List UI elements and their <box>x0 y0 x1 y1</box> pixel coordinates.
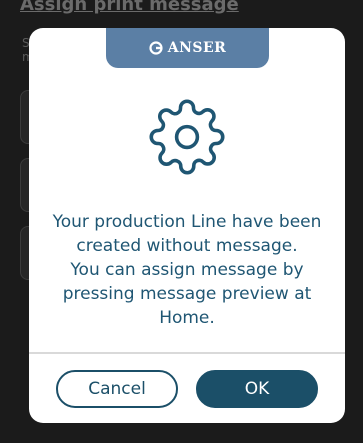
divider <box>29 352 345 354</box>
brand-header: ANSER <box>106 28 269 68</box>
cancel-button[interactable]: Cancel <box>56 370 178 408</box>
ok-button[interactable]: OK <box>196 370 318 408</box>
page-title: Assign print message <box>20 0 239 15</box>
info-dialog: ANSER Your production Line have been cre… <box>29 28 345 423</box>
dialog-message: Your production Line have been created w… <box>52 212 322 328</box>
anser-logo-icon <box>149 41 163 55</box>
gear-icon <box>149 99 225 175</box>
brand-name: ANSER <box>167 40 227 56</box>
